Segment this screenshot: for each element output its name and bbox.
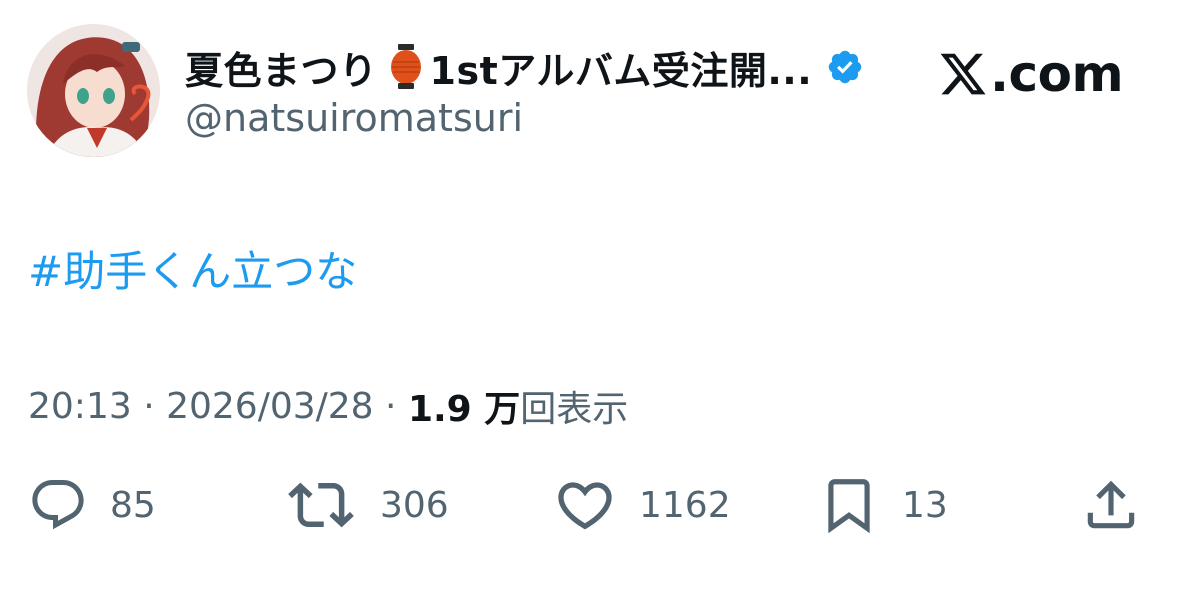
user-handle[interactable]: @natsuiromatsuri (185, 96, 523, 140)
display-name-suffix[interactable]: 1stアルバム受注開... (430, 40, 813, 95)
share-button[interactable] (1080, 470, 1142, 540)
bookmark-icon (818, 474, 880, 536)
bookmark-button[interactable]: 13 (818, 470, 948, 540)
avatar[interactable] (27, 24, 160, 157)
site-logo-text: .com (990, 45, 1124, 103)
tweet-date[interactable]: 2026/03/28 (166, 386, 374, 427)
site-logo: .com (938, 44, 1124, 104)
retweet-count: 306 (380, 484, 449, 526)
reply-icon (28, 475, 88, 535)
verified-badge-icon (826, 48, 864, 86)
tweet-hashtag-link[interactable]: #助手くん立つな (28, 238, 357, 299)
reply-count: 85 (110, 484, 156, 526)
tweet-meta: 20:13 · 2026/03/28 · 1.9 万 回表示 (28, 380, 628, 432)
bookmark-count: 13 (902, 484, 948, 526)
reply-button[interactable]: 85 (28, 470, 156, 540)
retweet-icon (288, 472, 354, 538)
meta-separator: · (373, 385, 408, 427)
display-name-row[interactable]: 夏色まつり 1stアルバム受注開... (185, 40, 864, 94)
like-button[interactable]: 1162 (553, 470, 731, 540)
like-count: 1162 (639, 484, 731, 526)
display-name[interactable]: 夏色まつり (185, 40, 378, 95)
x-logo-icon (938, 49, 988, 99)
views-label: 回表示 (520, 389, 629, 430)
meta-separator: · (131, 385, 167, 427)
views-count: 1.9 万 (407, 389, 521, 430)
action-bar: 85 306 1162 13 (0, 470, 1179, 540)
retweet-button[interactable]: 306 (288, 470, 449, 540)
red-lantern-emoji-icon (388, 42, 424, 92)
share-icon (1080, 474, 1142, 536)
like-icon (553, 473, 617, 537)
tweet-time[interactable]: 20:13 (28, 386, 132, 427)
